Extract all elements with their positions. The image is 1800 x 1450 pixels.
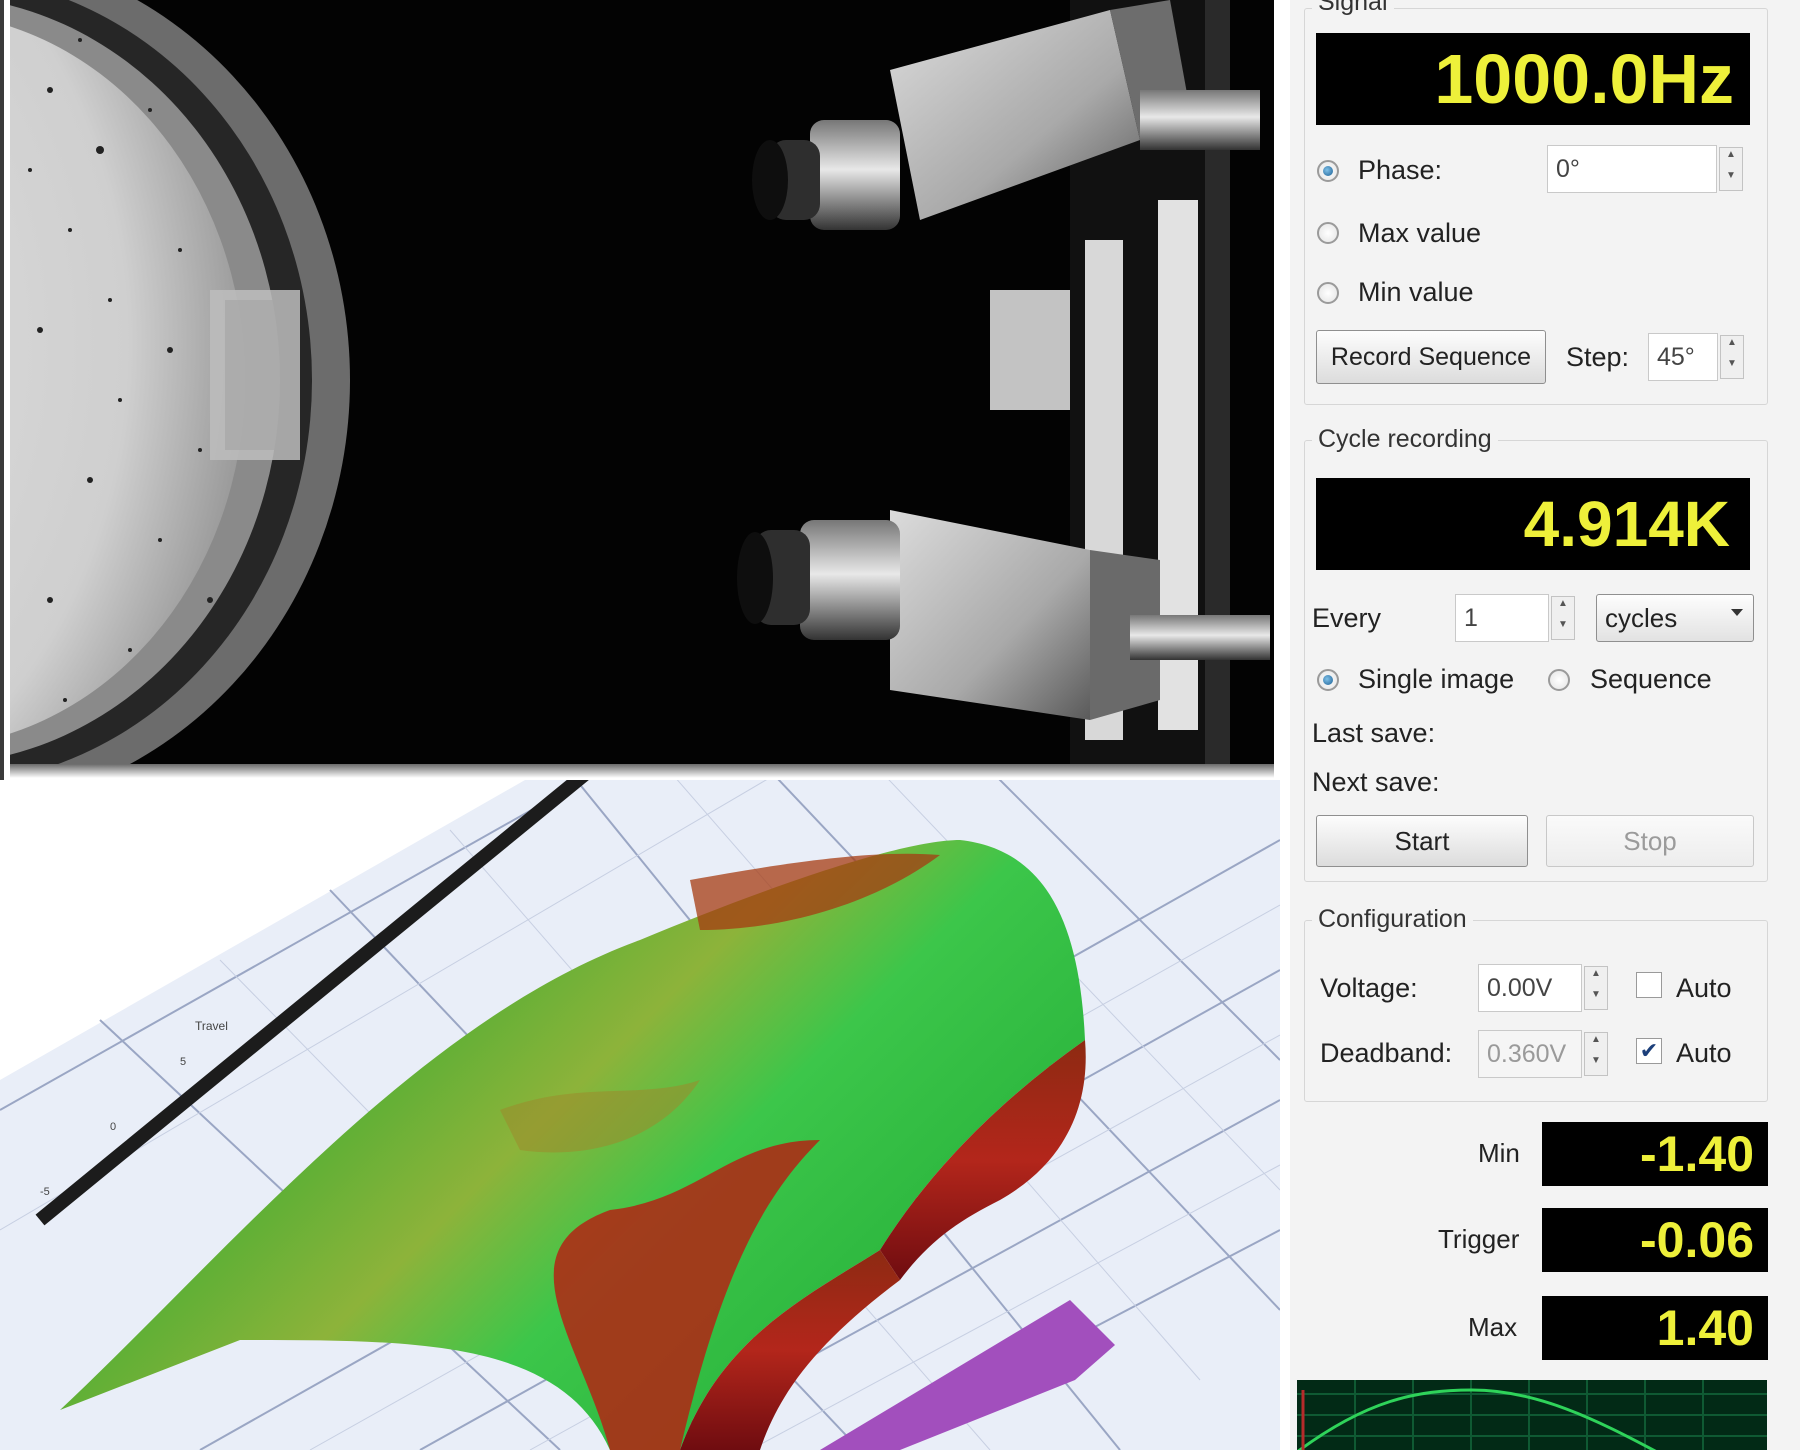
phase-radio[interactable]	[1317, 160, 1339, 182]
svg-text:Travel: Travel	[195, 1019, 228, 1033]
stepper-up-icon[interactable]: ▲	[1720, 148, 1742, 169]
stepper-up-icon[interactable]: ▲	[1585, 967, 1607, 988]
deadband-stepper[interactable]: ▲ ▼	[1584, 1032, 1608, 1076]
voltage-auto-checkbox[interactable]	[1636, 972, 1662, 998]
every-label: Every	[1312, 603, 1382, 633]
deadband-input[interactable]: 0.360V	[1478, 1030, 1582, 1078]
sequence-radio[interactable]	[1548, 669, 1570, 691]
unit-select-value: cycles	[1605, 602, 1678, 633]
sequence-label: Sequence	[1590, 664, 1712, 694]
svg-text:-5: -5	[40, 1186, 50, 1198]
voltage-label: Voltage:	[1320, 973, 1418, 1003]
stepper-down-icon[interactable]: ▼	[1721, 357, 1743, 378]
single-image-label: Single image	[1358, 664, 1515, 694]
phase-input[interactable]: 0°	[1547, 145, 1717, 193]
stepper-up-icon[interactable]: ▲	[1585, 1033, 1607, 1054]
unit-select[interactable]: cycles	[1596, 594, 1754, 642]
checkmark-icon: ✔	[1639, 1038, 1659, 1063]
last-save-label: Last save:	[1312, 718, 1436, 748]
cycle-recording-title: Cycle recording	[1312, 425, 1498, 454]
trigger-readout: -0.06	[1542, 1208, 1768, 1272]
deadband-auto-checkbox[interactable]: ✔	[1636, 1038, 1662, 1064]
step-stepper[interactable]: ▲ ▼	[1720, 335, 1744, 379]
stepper-down-icon[interactable]: ▼	[1552, 618, 1574, 639]
max-readout-label: Max	[1468, 1312, 1518, 1342]
stepper-down-icon[interactable]: ▼	[1585, 988, 1607, 1009]
trigger-readout-label: Trigger	[1438, 1224, 1520, 1254]
min-value-label: Min value	[1358, 277, 1474, 307]
voltage-input[interactable]: 0.00V	[1478, 964, 1582, 1012]
stepper-down-icon[interactable]: ▼	[1720, 169, 1742, 190]
next-save-label: Next save:	[1312, 767, 1440, 797]
min-value-radio[interactable]	[1317, 282, 1339, 304]
stepper-up-icon[interactable]: ▲	[1721, 336, 1743, 357]
stepper-down-icon[interactable]: ▼	[1585, 1054, 1607, 1075]
cycle-count-display: 4.914K	[1316, 478, 1750, 570]
step-label: Step:	[1566, 342, 1630, 372]
record-sequence-button[interactable]: Record Sequence	[1316, 330, 1546, 384]
max-readout: 1.40	[1542, 1296, 1768, 1360]
stepper-up-icon[interactable]: ▲	[1552, 597, 1574, 618]
voltage-auto-label: Auto	[1676, 973, 1732, 1003]
frequency-display: 1000.0Hz	[1316, 33, 1750, 125]
camera-setup-photo	[10, 0, 1274, 764]
dropdown-arrow-icon[interactable]	[1731, 609, 1743, 616]
svg-text:0: 0	[110, 1121, 116, 1133]
photo-shadow	[10, 764, 1274, 778]
start-button[interactable]: Start	[1316, 815, 1528, 867]
phase-label: Phase:	[1358, 155, 1443, 185]
deadband-label: Deadband:	[1320, 1038, 1453, 1068]
max-value-radio[interactable]	[1317, 222, 1339, 244]
min-readout-label: Min	[1478, 1138, 1520, 1168]
deformation-surface-plot: Travel 5 0 -5	[0, 780, 1280, 1450]
stop-button[interactable]: Stop	[1546, 815, 1754, 867]
configuration-title: Configuration	[1312, 905, 1473, 934]
every-stepper[interactable]: ▲ ▼	[1551, 596, 1575, 640]
svg-text:5: 5	[180, 1056, 186, 1068]
max-value-label: Max value	[1358, 218, 1482, 248]
voltage-stepper[interactable]: ▲ ▼	[1584, 966, 1608, 1010]
every-input[interactable]: 1	[1455, 594, 1549, 642]
min-readout: -1.40	[1542, 1122, 1768, 1186]
deadband-auto-label: Auto	[1676, 1038, 1732, 1068]
signal-group-title: Signal	[1312, 0, 1394, 17]
single-image-radio[interactable]	[1317, 669, 1339, 691]
signal-scope	[1297, 1380, 1767, 1450]
phase-stepper[interactable]: ▲ ▼	[1719, 147, 1743, 191]
step-input[interactable]: 45°	[1648, 333, 1718, 381]
